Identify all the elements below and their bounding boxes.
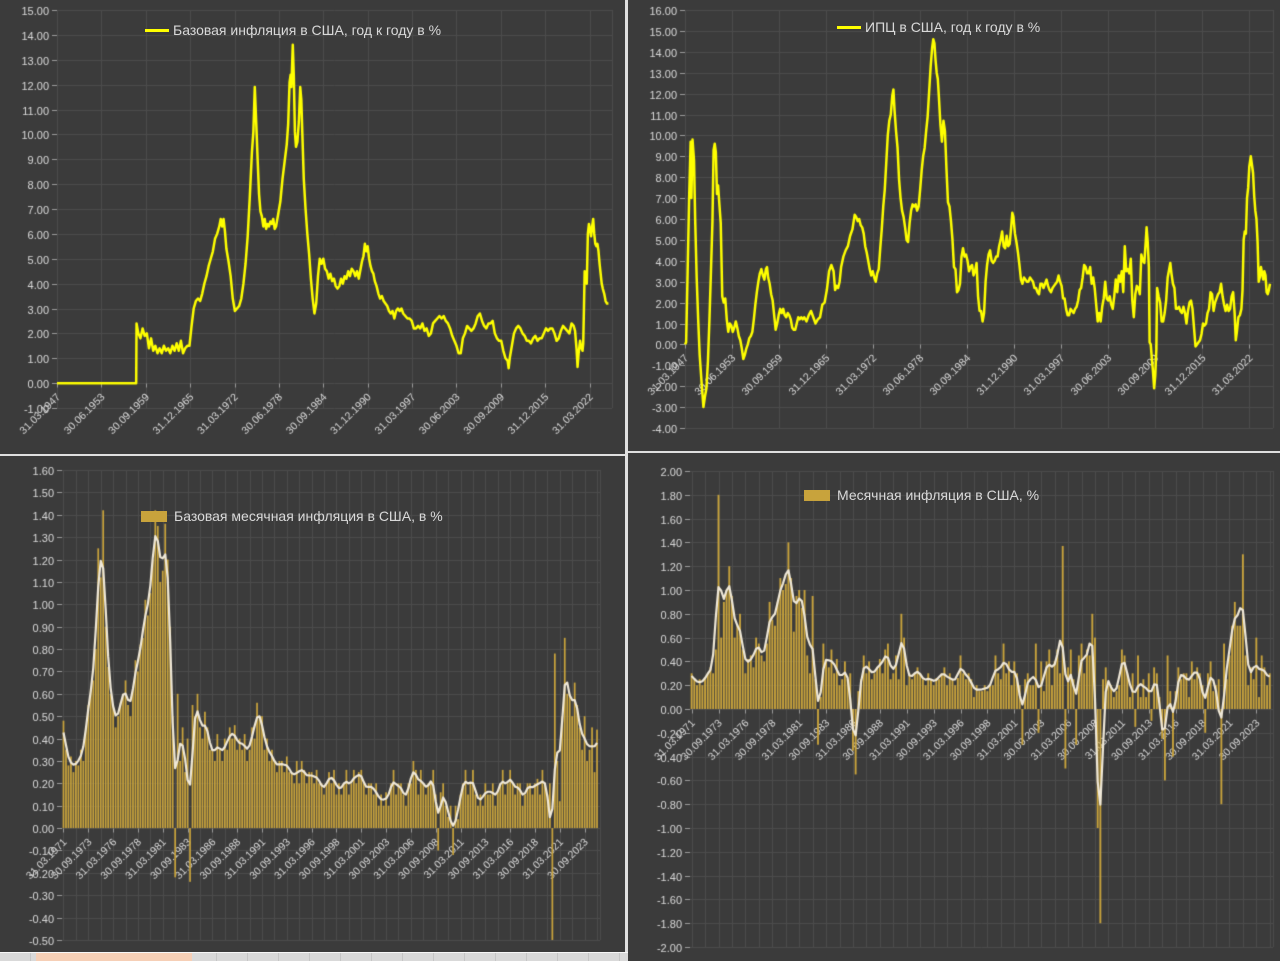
vertical-panel-divider [625, 0, 628, 952]
horizontal-panel-divider-right [628, 451, 1280, 453]
workbook-canvas: Базовая инфляция в США, год к году в % И… [0, 0, 1280, 961]
chart-core-inflation-yoy: Базовая инфляция в США, год к году в % [0, 0, 626, 454]
horizontal-panel-divider-left [0, 454, 626, 456]
chart-cpi-yoy: ИПЦ в США, год к году в % [628, 0, 1280, 451]
monthly-inflation-chart-canvas [628, 453, 1280, 961]
chart-core-monthly-inflation: Базовая месячная инфляция в США, в % [0, 456, 626, 952]
sheet-edge-highlight [36, 953, 192, 961]
core-inflation-yoy-chart-canvas [0, 0, 626, 454]
sheet-edge-strip [0, 952, 628, 961]
cpi-yoy-chart-canvas [628, 0, 1280, 451]
chart-monthly-inflation: Месячная инфляция в США, % [628, 453, 1280, 961]
core-monthly-inflation-chart-canvas [0, 456, 626, 952]
